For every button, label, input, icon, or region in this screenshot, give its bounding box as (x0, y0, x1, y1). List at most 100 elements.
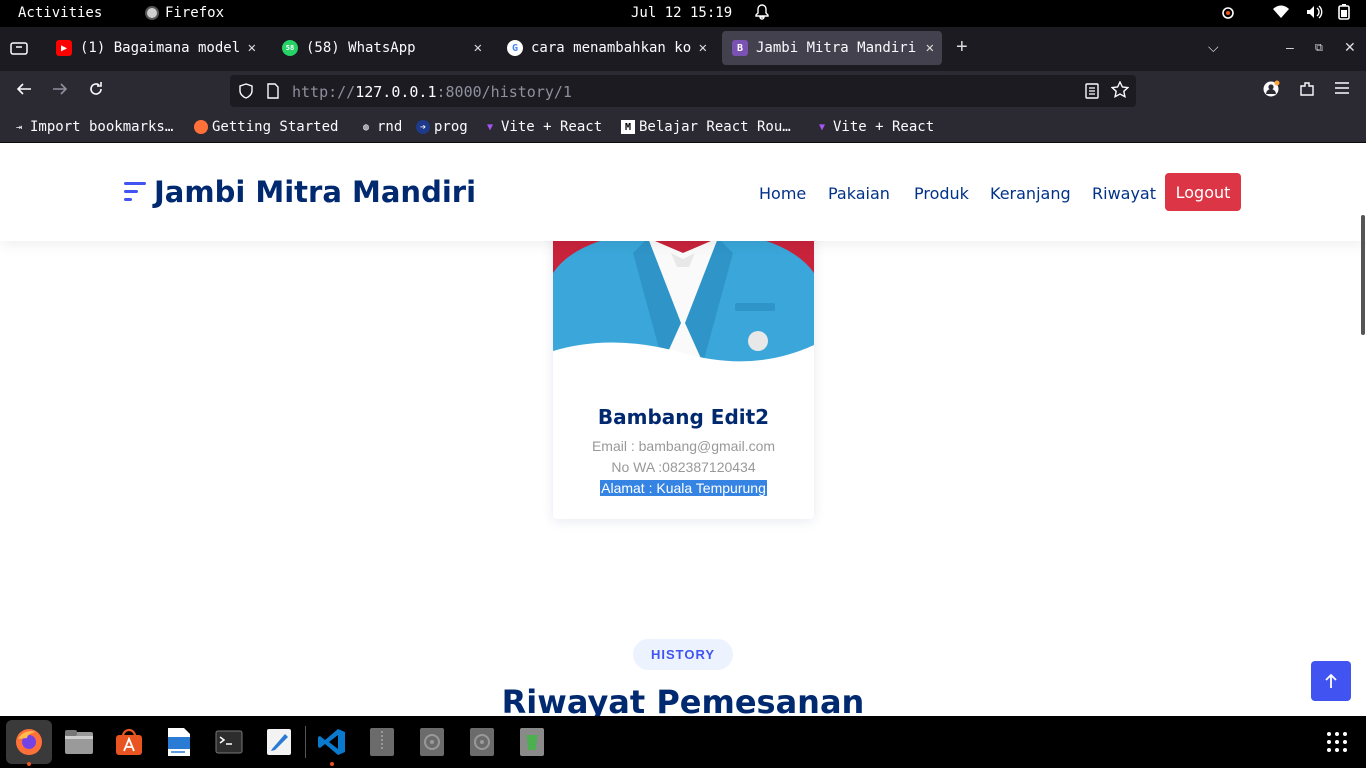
app-name: Firefox (165, 5, 225, 21)
tab-youtube[interactable]: ▶ (1) Bagaimana model ✕ (46, 31, 264, 65)
text-editor-icon (267, 729, 291, 755)
dock-separator (305, 726, 306, 758)
bookmark-import[interactable]: ⇥ Import bookmarks… (12, 119, 173, 135)
tab-jambi-mitra-mandiri[interactable]: B Jambi Mitra Mandiri ✕ (722, 31, 942, 65)
clock[interactable]: Jul 12 15:19 (631, 5, 732, 21)
bookmark-label: Belajar React Rou… (639, 119, 791, 135)
close-window-button[interactable]: ✕ (1344, 39, 1356, 56)
bookmark-vite-react[interactable]: ▼ Vite + React (483, 119, 602, 135)
disk-icon (470, 728, 494, 756)
extensions-icon[interactable] (1298, 80, 1316, 103)
app-center-icon (116, 728, 142, 755)
page-icon[interactable] (266, 83, 280, 104)
logout-button[interactable]: Logout (1165, 173, 1241, 211)
hamburger-menu-icon[interactable] (1334, 80, 1350, 101)
bootstrap-icon: B (732, 40, 748, 56)
close-icon[interactable]: ✕ (474, 40, 482, 56)
nav-pakaian[interactable]: Pakaian (828, 184, 890, 203)
nav-keranjang[interactable]: Keranjang (990, 184, 1071, 203)
dock-trash[interactable] (516, 726, 548, 758)
firefox-icon (194, 120, 208, 134)
trash-icon (520, 728, 544, 756)
new-tab-button[interactable]: + (956, 36, 968, 59)
dock-text-editor[interactable] (263, 726, 295, 758)
import-icon: ⇥ (15, 121, 23, 133)
reader-view-icon[interactable] (1085, 83, 1099, 104)
close-icon[interactable]: ✕ (926, 40, 934, 56)
dock-disk-1[interactable] (416, 726, 448, 758)
chevron-down-icon[interactable]: ⌵ (1208, 39, 1219, 56)
nav-home[interactable]: Home (759, 184, 806, 203)
dock-archive[interactable] (366, 726, 398, 758)
reload-icon[interactable] (87, 80, 105, 103)
url-bar[interactable]: http://127.0.0.1:8000/history/1 (230, 75, 1136, 107)
dock-terminal[interactable] (213, 726, 245, 758)
close-icon[interactable]: ✕ (699, 40, 707, 56)
navigation-toolbar: http://127.0.0.1:8000/history/1 (0, 71, 1366, 111)
maximize-button[interactable]: ⧉ (1315, 42, 1323, 55)
profile-address-line: Alamat : Kuala Tempurung (553, 480, 814, 496)
tab-whatsapp[interactable]: 58 (58) WhatsApp ✕ (272, 31, 490, 65)
system-tray[interactable] (1220, 4, 1350, 20)
site-logo[interactable]: Jambi Mitra Mandiri (124, 175, 476, 209)
bookmark-label: Getting Started (212, 119, 339, 135)
bookmark-star-icon[interactable] (1110, 80, 1130, 104)
wifi-icon (1273, 5, 1289, 18)
profile-email: Email : bambang@gmail.com (591, 438, 776, 454)
globe-icon: ◍ (362, 121, 370, 133)
firefox-icon (145, 6, 159, 20)
bookmark-vite-react-2[interactable]: ▼ Vite + React (815, 119, 934, 135)
tab-title: Jambi Mitra Mandiri (756, 40, 917, 56)
account-icon[interactable] (1262, 80, 1280, 103)
app-menu[interactable]: Firefox (145, 5, 224, 21)
bookmark-belajar-react[interactable]: M Belajar React Rou… (621, 119, 791, 135)
dock-disk-2[interactable] (466, 726, 498, 758)
profile-address: Alamat : Kuala Tempurung (600, 480, 767, 496)
forward-arrow-icon[interactable] (51, 80, 69, 103)
system-top-bar: Activities Firefox Jul 12 15:19 (0, 0, 1366, 27)
folder-icon (65, 730, 93, 754)
tab-list-icon[interactable] (10, 40, 28, 59)
bookmark-rnd[interactable]: ◍ rnd (359, 119, 402, 135)
bookmark-label: prog (434, 119, 468, 135)
nav-riwayat[interactable]: Riwayat (1092, 184, 1156, 203)
tab-title: cara menambahkan ko (531, 40, 692, 56)
back-arrow-icon[interactable] (15, 80, 33, 103)
back-to-top-button[interactable] (1311, 661, 1351, 701)
section-badge: HISTORY (633, 639, 733, 670)
dock-files[interactable] (63, 726, 95, 758)
site-header: Jambi Mitra Mandiri Home Pakaian Produk … (0, 143, 1366, 241)
alarm-icon (1222, 7, 1234, 19)
writer-icon (168, 728, 190, 756)
dock-firefox[interactable] (6, 720, 52, 764)
section-title: Riwayat Pemesanan (501, 683, 865, 716)
nav-produk[interactable]: Produk (914, 184, 969, 203)
running-indicator (27, 762, 31, 766)
show-apps-grid-icon[interactable] (1321, 726, 1353, 758)
logo-icon (124, 178, 146, 206)
bookmark-label: Vite + React (833, 119, 935, 135)
tab-google[interactable]: G cara menambahkan ko ✕ (497, 31, 715, 65)
terminal-icon (215, 730, 243, 754)
medium-icon: M (621, 120, 635, 134)
bookmark-getting-started[interactable]: Getting Started (194, 119, 338, 135)
dock-app-center[interactable] (113, 726, 145, 758)
activities-button[interactable]: Activities (18, 5, 102, 21)
bookmark-prog[interactable]: ➔ prog (416, 119, 468, 135)
whatsapp-icon: 58 (282, 40, 298, 56)
minimize-button[interactable]: – (1286, 39, 1294, 55)
url-text[interactable]: http://127.0.0.1:8000/history/1 (292, 83, 572, 101)
vscode-icon (318, 729, 345, 755)
scrollbar-thumb[interactable] (1361, 215, 1365, 335)
bookmarks-toolbar: ⇥ Import bookmarks… Getting Started ◍ rnd … (0, 111, 1366, 143)
close-icon[interactable]: ✕ (248, 40, 256, 56)
notification-bell-icon (754, 4, 770, 24)
battery-icon (1338, 4, 1350, 20)
tab-title: (1) Bagaimana model (80, 40, 241, 56)
shield-icon[interactable] (238, 83, 254, 104)
profile-whatsapp: No WA :082387120434 (611, 459, 756, 475)
dock-vscode[interactable] (316, 726, 348, 758)
prog-icon: ➔ (416, 120, 430, 134)
dock-writer[interactable] (163, 726, 195, 758)
brand-name: Jambi Mitra Mandiri (154, 175, 477, 209)
